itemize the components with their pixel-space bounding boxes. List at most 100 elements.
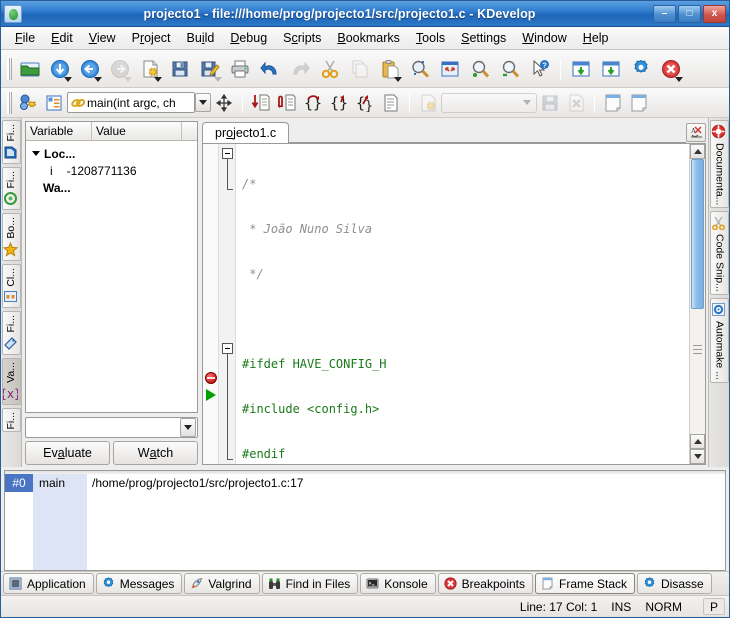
variables-tree[interactable]: Variable Value Loc... i -1208771136 Wa..… [25, 121, 198, 413]
view-source-icon[interactable] [378, 91, 404, 115]
file-tree-icon[interactable] [41, 91, 67, 115]
document-icon[interactable] [626, 91, 652, 115]
breakpoint-marker-icon[interactable] [205, 372, 217, 384]
fullscreen-icon[interactable] [435, 54, 465, 84]
tab-application[interactable]: Application [3, 573, 94, 594]
install-window-icon[interactable] [596, 54, 626, 84]
tab-konsole[interactable]: Konsole [360, 573, 436, 594]
toolbar-grip[interactable] [7, 91, 12, 114]
status-insert-mode[interactable]: INS [604, 598, 638, 615]
sidebar-item-file-list[interactable]: Fi... [1, 120, 21, 164]
sidebar-item-bookmarks[interactable]: Bo... [1, 213, 21, 261]
expander-triangle-icon[interactable] [32, 151, 40, 156]
evaluate-combo-arrow[interactable] [180, 418, 196, 437]
menu-help[interactable]: Help [575, 29, 617, 48]
save-as-icon[interactable] [195, 54, 225, 84]
step-over-icon[interactable] [274, 91, 300, 115]
sidebar-item-class-view[interactable]: Cl... [1, 263, 21, 309]
menu-settings[interactable]: Settings [453, 29, 514, 48]
class-browser-icon[interactable] [15, 91, 41, 115]
fold-marker-comment[interactable] [222, 148, 233, 159]
toolbar-grip[interactable] [7, 57, 12, 80]
code-view[interactable]: /* * João Nuno Silva */ #ifdef HAVE_CONF… [236, 144, 689, 464]
tab-messages[interactable]: Messages [95, 573, 183, 594]
maximize-button[interactable]: □ [678, 4, 701, 23]
watch-button[interactable]: Wa tch [113, 441, 198, 465]
scroll-up-button[interactable] [690, 144, 705, 159]
editor-folding-column[interactable] [219, 144, 236, 464]
evaluate-button[interactable]: Ev a luate [25, 441, 110, 465]
status-selection-mode[interactable]: NORM [638, 598, 689, 615]
dropdown-arrow-icon[interactable] [94, 76, 102, 82]
menu-view[interactable]: View [81, 29, 124, 48]
paste-icon[interactable] [375, 54, 405, 84]
menu-edit[interactable]: Edit [43, 29, 81, 48]
tab-find-in-files[interactable]: Find in Files [261, 573, 359, 594]
sidebar-item-variables[interactable]: Va... {x} [0, 357, 21, 405]
tab-breakpoints[interactable]: Breakpoints [437, 573, 533, 594]
configure-gear-icon[interactable] [626, 54, 656, 84]
dropdown-arrow-icon[interactable] [214, 76, 222, 82]
frame-stack-list[interactable]: #0 main /home/prog/projecto1/src/project… [4, 470, 726, 571]
editor-icon-border[interactable] [203, 144, 219, 464]
navigate-back-icon[interactable] [75, 54, 105, 84]
fold-marker-function[interactable] [222, 343, 233, 354]
editor-scrollbar[interactable] [689, 144, 705, 464]
zoom-out-icon[interactable] [495, 54, 525, 84]
open-project-icon[interactable] [15, 54, 45, 84]
build-window-icon[interactable] [566, 54, 596, 84]
sidebar-item-code-snippets[interactable]: Code Snip... [709, 211, 729, 296]
menu-bookmarks[interactable]: Bookmarks [329, 29, 408, 48]
evaluate-input[interactable] [25, 417, 198, 438]
stop-icon[interactable] [656, 54, 686, 84]
column-header-variable[interactable]: Variable [26, 122, 92, 140]
variables-row-watch[interactable]: Wa... [26, 179, 197, 196]
column-header-value[interactable]: Value [92, 122, 182, 140]
zoom-in-icon[interactable] [465, 54, 495, 84]
new-file-icon[interactable] [135, 54, 165, 84]
frame-stack-row[interactable]: #0 main /home/prog/projecto1/src/project… [5, 474, 725, 492]
document-icon[interactable] [600, 91, 626, 115]
scroll-page-up-button[interactable] [690, 434, 705, 449]
sidebar-item-automake[interactable]: Automake ... [709, 298, 729, 384]
editor-tab-projecto1-c[interactable]: pr o jecto1.c [202, 122, 290, 143]
menu-debug[interactable]: Debug [222, 29, 275, 48]
dropdown-arrow-icon[interactable] [675, 76, 683, 82]
menu-tools[interactable]: Tools [408, 29, 453, 48]
step-into-icon[interactable] [248, 91, 274, 115]
variables-row-i[interactable]: i -1208771136 [26, 162, 197, 179]
whats-this-icon[interactable]: ? [525, 54, 555, 84]
minimize-button[interactable]: – [653, 4, 676, 23]
step-instruction-icon[interactable]: { } [352, 91, 378, 115]
save-icon[interactable] [165, 54, 195, 84]
function-combo[interactable]: main(int argc, ch [67, 92, 195, 113]
spellcheck-off-icon[interactable]: A [686, 123, 706, 142]
menu-file[interactable]: File [7, 29, 43, 48]
menu-window[interactable]: Window [514, 29, 574, 48]
undo-icon[interactable] [255, 54, 285, 84]
function-combo-arrow[interactable] [195, 93, 211, 112]
menu-build[interactable]: Build [179, 29, 223, 48]
close-button[interactable]: x [703, 4, 726, 23]
sidebar-item-final[interactable]: Fi... [1, 407, 21, 433]
move-handle-icon[interactable] [211, 91, 237, 115]
dropdown-arrow-icon[interactable] [394, 76, 402, 82]
scroll-track[interactable] [690, 159, 705, 434]
scroll-down-button[interactable] [690, 449, 705, 464]
cut-icon[interactable] [315, 54, 345, 84]
run-to-cursor-icon[interactable]: {} [326, 91, 352, 115]
tab-valgrind[interactable]: Valgrind [184, 573, 260, 594]
tab-disassemble[interactable]: Disasse [637, 573, 712, 594]
step-out-icon[interactable]: {} [300, 91, 326, 115]
variables-row-locals[interactable]: Loc... [26, 145, 197, 162]
dropdown-arrow-icon[interactable] [154, 76, 162, 82]
sidebar-item-documentation[interactable]: Documenta... [709, 120, 729, 209]
tab-frame-stack[interactable]: Frame Stack [535, 573, 636, 594]
print-icon[interactable] [225, 54, 255, 84]
find-icon[interactable] [405, 54, 435, 84]
back-down-icon[interactable] [45, 54, 75, 84]
dropdown-arrow-icon[interactable] [64, 76, 72, 82]
menu-project[interactable]: Project [124, 29, 179, 48]
sidebar-item-file-groups[interactable]: Fi... [1, 311, 21, 355]
menu-scripts[interactable]: Scripts [275, 29, 329, 48]
